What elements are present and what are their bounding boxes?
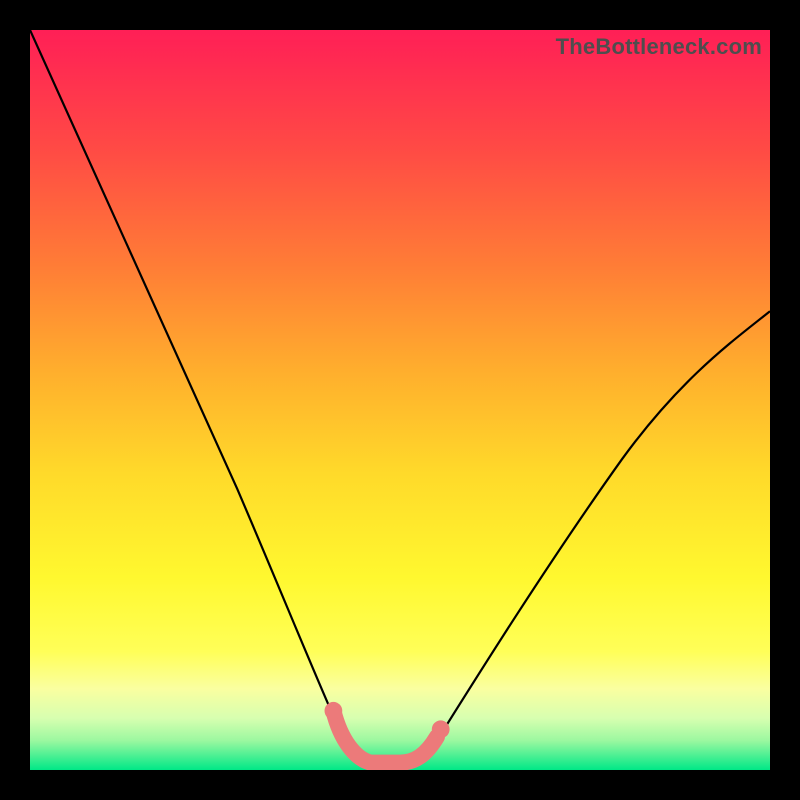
highlight-zone bbox=[333, 711, 437, 763]
highlight-end-right bbox=[432, 720, 450, 738]
highlight-end-left bbox=[325, 702, 343, 720]
outer-frame: TheBottleneck.com bbox=[0, 0, 800, 800]
plot-area: TheBottleneck.com bbox=[30, 30, 770, 770]
bottleneck-curve bbox=[30, 30, 770, 770]
curve-path bbox=[30, 30, 770, 763]
